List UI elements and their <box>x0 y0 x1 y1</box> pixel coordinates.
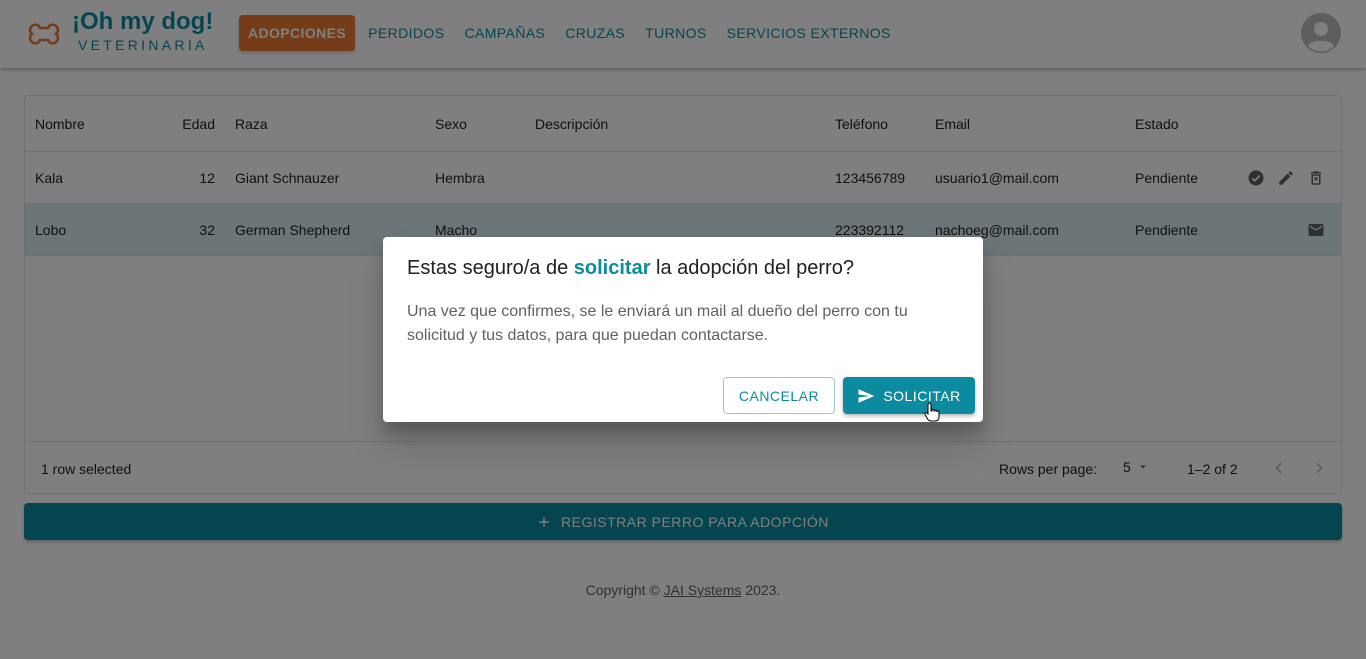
dialog-title-start: Estas seguro/a de <box>407 257 569 279</box>
solicitar-button[interactable]: SOLICITAR <box>843 377 975 414</box>
dialog-title-end: la adopción del perro? <box>656 257 854 279</box>
dialog-title: Estas seguro/a de solicitar la adopción … <box>407 257 854 280</box>
send-icon <box>858 388 875 403</box>
dialog-title-highlight: solicitar <box>573 257 651 279</box>
hand-cursor-icon <box>924 402 940 422</box>
cancel-button[interactable]: CANCELAR <box>723 377 835 414</box>
confirm-adoption-dialog: Estas seguro/a de solicitar la adopción … <box>383 237 983 422</box>
dialog-message: Una vez que confirmes, se le enviará un … <box>407 303 908 344</box>
solicitar-label: SOLICITAR <box>883 387 961 404</box>
